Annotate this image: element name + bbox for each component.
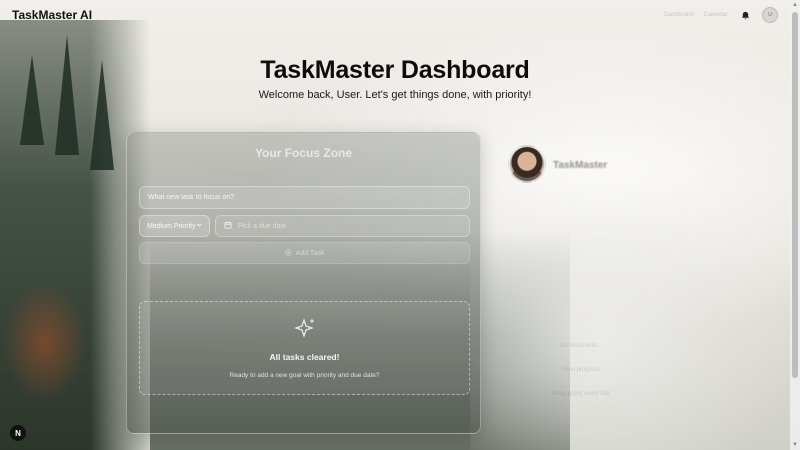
faint-view-progress: View progress xyxy=(562,367,600,373)
vertical-scrollbar[interactable]: ▲ ▼ xyxy=(790,0,800,450)
profile-avatar xyxy=(508,145,546,183)
page-title: TaskMaster Dashboard xyxy=(260,56,530,84)
add-task-button[interactable]: Add Task xyxy=(139,242,470,264)
plus-icon xyxy=(285,248,292,258)
profile-name: TaskMaster xyxy=(553,160,608,171)
bell-icon[interactable] xyxy=(738,8,752,22)
focus-zone-title: Your Focus Zone xyxy=(254,146,353,160)
page-subtitle: Welcome back, User. Let's get things don… xyxy=(258,89,532,101)
sparkle-icon xyxy=(293,317,317,341)
priority-select-value: Medium Priority xyxy=(147,222,196,230)
chevron-down-icon xyxy=(196,222,202,230)
priority-select[interactable]: Medium Priority xyxy=(139,215,210,237)
user-avatar[interactable]: U xyxy=(762,7,778,23)
scrollbar-thumb[interactable] xyxy=(792,12,798,378)
focus-zone-panel: Your Focus Zone Medium Priority Pick a d… xyxy=(126,132,481,434)
mist-overlay xyxy=(470,160,800,450)
empty-state-title: All tasks cleared! xyxy=(269,352,340,362)
scroll-down-icon[interactable]: ▼ xyxy=(790,440,800,450)
calendar-icon xyxy=(224,221,232,231)
due-date-picker[interactable]: Pick a due date xyxy=(215,215,470,237)
nav-link-dashboard[interactable]: Dashboard xyxy=(664,12,693,18)
faint-achievements: Achievements xyxy=(560,343,598,349)
empty-state: All tasks cleared! Ready to add a new go… xyxy=(139,301,470,395)
top-right-actions: Dashboard Calendar U xyxy=(664,7,778,23)
top-bar: TaskMaster AI Dashboard Calendar U xyxy=(0,0,790,30)
brand-title[interactable]: TaskMaster AI xyxy=(12,8,92,22)
scroll-up-icon[interactable]: ▲ xyxy=(790,0,800,10)
nav-link-calendar[interactable]: Calendar xyxy=(704,12,728,18)
empty-state-subtitle: Ready to add a new goal with priority an… xyxy=(229,372,380,379)
due-date-placeholder: Pick a due date xyxy=(238,222,287,230)
framework-badge[interactable]: N xyxy=(10,425,26,441)
faint-motivation: Keep going every day xyxy=(552,391,611,397)
add-task-label: Add Task xyxy=(295,249,325,257)
new-task-input[interactable] xyxy=(139,186,470,209)
